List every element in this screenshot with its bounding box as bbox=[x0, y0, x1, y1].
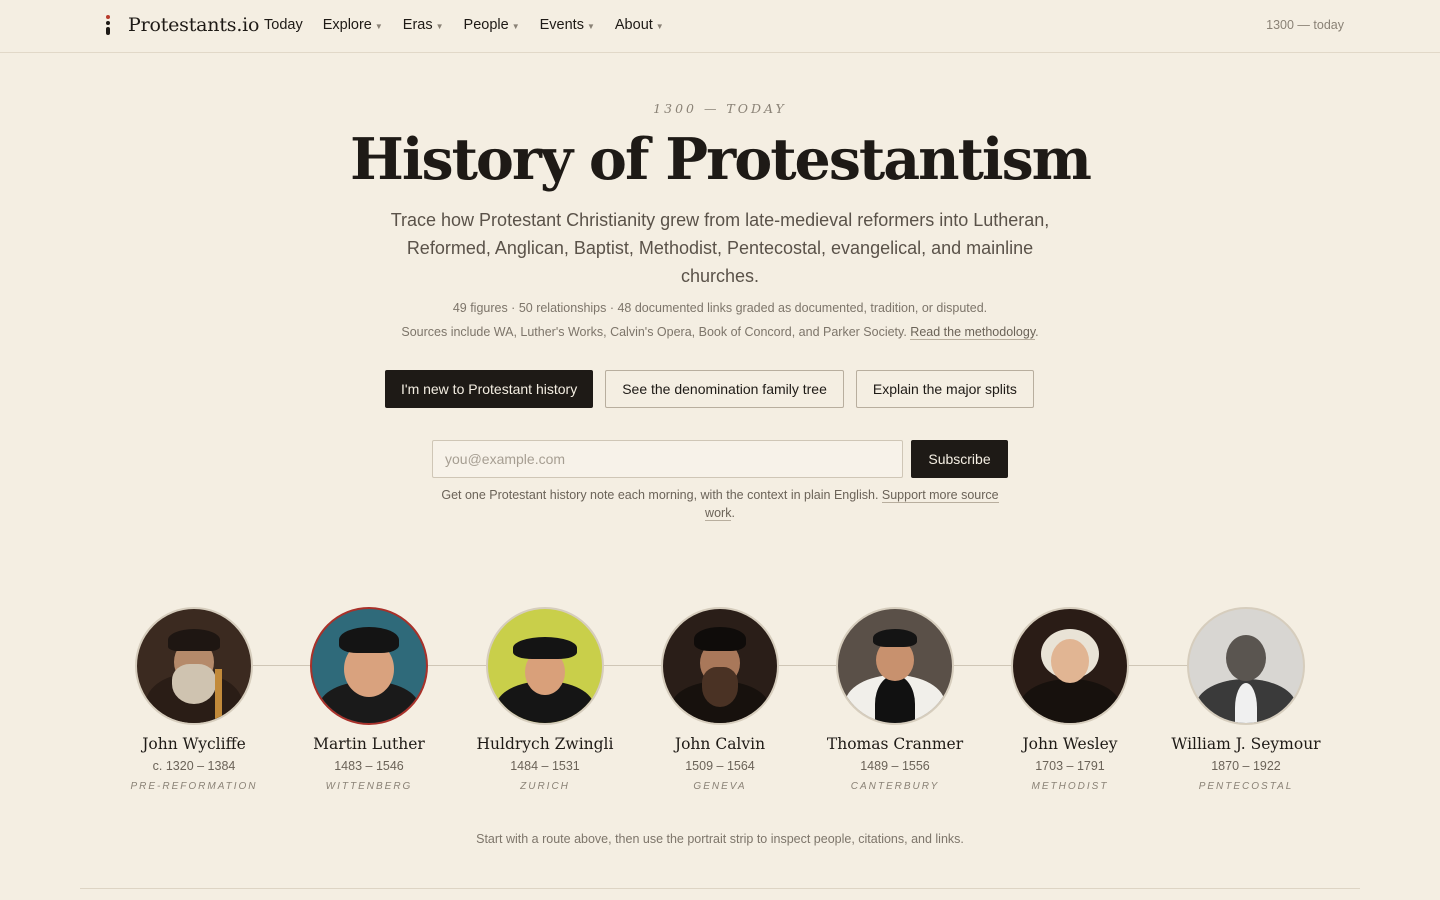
subscribe-note-text: Get one Protestant history note each mor… bbox=[441, 488, 882, 502]
figure-place: ZURICH bbox=[520, 781, 570, 792]
nav-people-label: People bbox=[463, 17, 509, 33]
nav-today-label: Today bbox=[264, 17, 303, 33]
sources-end: . bbox=[1035, 325, 1039, 339]
nav-events[interactable]: Events ▼ bbox=[540, 17, 595, 33]
nav-explore-label: Explore bbox=[322, 17, 372, 33]
subscribe-note-end: . bbox=[731, 506, 735, 520]
portrait-avatar bbox=[135, 607, 253, 725]
chevron-down-icon: ▼ bbox=[374, 21, 383, 31]
major-splits-button[interactable]: Explain the major splits bbox=[855, 370, 1034, 408]
portrait-avatar bbox=[1187, 607, 1305, 725]
chevron-down-icon: ▼ bbox=[655, 21, 664, 31]
methodology-link[interactable]: Read the methodology bbox=[910, 325, 1036, 340]
figure-calvin[interactable]: John Calvin 1509 – 1564 GENEVA bbox=[632, 607, 808, 792]
new-to-history-button[interactable]: I'm new to Protestant history bbox=[385, 370, 594, 408]
portrait-avatar bbox=[486, 607, 604, 725]
hero-stats: 49 figures · 50 relationships · 48 docum… bbox=[452, 301, 988, 315]
figure-name: Huldrych Zwingli bbox=[476, 735, 614, 753]
subscribe-note: Get one Protestant history note each mor… bbox=[425, 486, 1015, 522]
strip-hint: Start with a route above, then use the p… bbox=[476, 832, 964, 846]
figure-name: Thomas Cranmer bbox=[826, 735, 964, 753]
figure-name: Martin Luther bbox=[313, 735, 425, 753]
figure-luther[interactable]: Martin Luther 1483 – 1546 WITTENBERG bbox=[281, 607, 457, 792]
portrait-avatar bbox=[661, 607, 779, 725]
figure-dates: 1509 – 1564 bbox=[685, 759, 755, 773]
main-nav: Today Explore ▼ Eras ▼ People ▼ Events ▼ Abo… bbox=[264, 17, 664, 33]
figure-dates: c. 1320 – 1384 bbox=[152, 759, 236, 773]
chevron-down-icon: ▼ bbox=[511, 21, 520, 31]
hero-sources: Sources include WA, Luther's Works, Calv… bbox=[0, 325, 1440, 340]
email-input[interactable] bbox=[432, 440, 903, 478]
nav-explore[interactable]: Explore ▼ bbox=[323, 17, 383, 33]
figure-dates: 1703 – 1791 bbox=[1035, 759, 1105, 773]
figure-dates: 1483 – 1546 bbox=[334, 759, 404, 773]
figure-place: METHODIST bbox=[1031, 781, 1109, 792]
figure-name: William J. Seymour bbox=[1171, 735, 1321, 753]
figure-name: John Calvin bbox=[674, 735, 766, 753]
figure-dates: 1870 – 1922 bbox=[1211, 759, 1281, 773]
figure-name: John Wesley bbox=[1022, 735, 1118, 753]
family-tree-button[interactable]: See the denomination family tree bbox=[605, 370, 844, 408]
portrait-avatar bbox=[836, 607, 954, 725]
figure-place: PENTECOSTAL bbox=[1198, 781, 1294, 792]
subscribe-form: Subscribe bbox=[432, 440, 1008, 478]
nav-people[interactable]: People ▼ bbox=[464, 17, 520, 33]
sources-text: Sources include WA, Luther's Works, Calv… bbox=[401, 325, 911, 339]
top-nav: Protestants.io Today Explore ▼ Eras ▼ Peop… bbox=[0, 0, 1440, 53]
era-range: 1300 — today bbox=[1266, 18, 1344, 32]
figure-place: GENEVA bbox=[693, 781, 747, 792]
portrait-avatar bbox=[310, 607, 428, 725]
figure-cranmer[interactable]: Thomas Cranmer 1489 – 1556 CANTERBURY bbox=[807, 607, 983, 792]
nav-events-label: Events bbox=[539, 17, 584, 33]
brand-link[interactable]: Protestants.io bbox=[103, 14, 259, 36]
nav-about[interactable]: About ▼ bbox=[615, 17, 664, 33]
figure-zwingli[interactable]: Huldrych Zwingli 1484 – 1531 ZURICH bbox=[457, 607, 633, 792]
page-title: History of Protestantism bbox=[349, 126, 1092, 193]
figure-wesley[interactable]: John Wesley 1703 – 1791 METHODIST bbox=[982, 607, 1158, 792]
hero-eyebrow: 1300 — TODAY bbox=[653, 101, 787, 116]
nav-eras[interactable]: Eras ▼ bbox=[403, 17, 444, 33]
figure-place: CANTERBURY bbox=[850, 781, 940, 792]
chevron-down-icon: ▼ bbox=[586, 21, 595, 31]
figure-place: PRE-REFORMATION bbox=[130, 781, 258, 792]
nav-today[interactable]: Today bbox=[264, 17, 303, 33]
brand-logo-icon bbox=[103, 14, 113, 36]
figure-name: John Wycliffe bbox=[142, 735, 246, 753]
divider bbox=[80, 888, 1360, 889]
figure-seymour[interactable]: William J. Seymour 1870 – 1922 PENTECOST… bbox=[1158, 607, 1334, 792]
hero-lede: Trace how Protestant Christianity grew f… bbox=[390, 210, 1050, 286]
brand-name: Protestants.io bbox=[128, 14, 260, 36]
figure-dates: 1489 – 1556 bbox=[860, 759, 930, 773]
subscribe-button[interactable]: Subscribe bbox=[911, 440, 1008, 478]
nav-about-label: About bbox=[614, 17, 653, 33]
figure-dates: 1484 – 1531 bbox=[510, 759, 580, 773]
portrait-avatar bbox=[1011, 607, 1129, 725]
chevron-down-icon: ▼ bbox=[435, 21, 444, 31]
figure-wycliffe[interactable]: John Wycliffe c. 1320 – 1384 PRE-REFORMA… bbox=[106, 607, 282, 792]
figure-place: WITTENBERG bbox=[325, 781, 413, 792]
cta-group: I'm new to Protestant history See the de… bbox=[385, 370, 1034, 408]
nav-eras-label: Eras bbox=[402, 17, 433, 33]
